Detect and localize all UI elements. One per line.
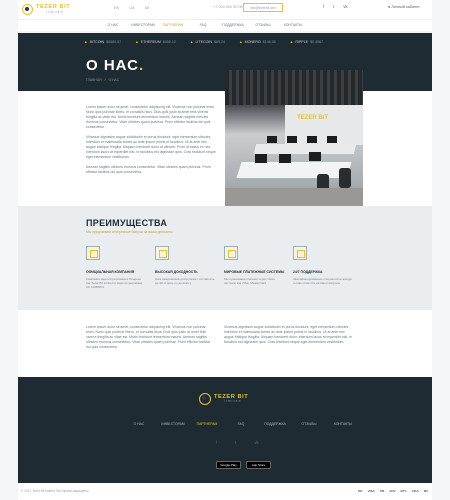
app-store-button[interactable]: App Store [246, 461, 271, 469]
copyright-bar: © 2017 Tezer Bit limited. Все права защи… [18, 483, 432, 500]
mastercard-icon: MC [358, 489, 363, 493]
twitter-icon[interactable]: t [235, 440, 236, 445]
ticker-item: ▲ BITCOIN $6580.57 [84, 40, 122, 44]
bottom-text-right: Vivamus dignissim augue sollicitudin et … [224, 325, 352, 344]
top-bar: TEZER BIT limited EN UA DE +7 000 000 00… [18, 0, 432, 19]
benefits-title: ПРЕИМУЩЕСТВА [86, 218, 168, 228]
about-paragraph: Lorem ipsum dolor sit amet, consectetur … [86, 105, 216, 129]
page: TEZER BIT limited EN UA DE +7 000 000 00… [0, 0, 450, 500]
app-stores: Google Play App Store [216, 461, 271, 469]
footer-nav: О НАС ИНВЕСТОРАМ ПАРТНЕРАМ FAQ ПОДДЕРЖКА… [122, 422, 360, 426]
mastercard-icon: MC [423, 489, 429, 493]
breadcrumb: ГЛАВНАЯ / О НАС [86, 78, 119, 82]
ticker-item: ▲ MONERO $146.30 [239, 40, 276, 44]
footer-nav-reviews[interactable]: ОТЗЫВЫ [292, 422, 326, 426]
nav-item-support[interactable]: ПОДДЕРЖКА [218, 23, 248, 27]
ticker-item: ▲ LITECOIN $85.24 [189, 40, 226, 44]
ticker-item: ▲ RIPPLE $0.4567 [289, 40, 324, 44]
company-icon [86, 246, 100, 260]
user-icon: ● [388, 5, 391, 9]
advcash-icon: ADV [389, 489, 396, 493]
footer-nav-faq[interactable]: FAQ [224, 422, 258, 426]
lang-ua[interactable]: UA [129, 6, 134, 10]
page-title: О НАС. [86, 57, 145, 74]
arrow-up-icon: ▲ [84, 40, 88, 44]
benefit-card: 24/7 ПОДДЕРЖКА Квалифицированные специал… [293, 246, 362, 289]
header-socials: f t vk [323, 4, 348, 9]
support-icon [293, 246, 307, 260]
arrow-up-icon: ▲ [189, 40, 194, 44]
about-paragraph: Aenean sagittis ultricies rhoncus consec… [86, 165, 211, 174]
nav-item-contacts[interactable]: КОНТАКТЫ [278, 23, 308, 27]
nav-item-reviews[interactable]: ОТЗЫВЫ [248, 23, 278, 27]
breadcrumb-home[interactable]: ГЛАВНАЯ [86, 78, 102, 82]
logo[interactable]: TEZER BIT limited [22, 3, 78, 16]
bottom-text-left: Lorem ipsum dolor sit amet, consectetur … [86, 325, 211, 349]
logo-sub: limited [46, 9, 64, 14]
about-text: Lorem ipsum dolor sit amet, consectetur … [86, 105, 216, 180]
footer-nav-investors[interactable]: ИНВЕСТОРАМ [156, 422, 190, 426]
benefit-card: ВЫСОКАЯ ДОХОДНОСТЬ Наш ежедневный доход … [155, 246, 224, 289]
footer-nav-about[interactable]: О НАС [122, 422, 156, 426]
bitcoin-icon: BTC [400, 489, 407, 493]
footer-logo[interactable]: TEZER BIT limited [199, 393, 248, 405]
benefits-grid: ОФИЦИАЛЬНАЯ КОМПАНИЯ Компания зарегистри… [86, 246, 362, 289]
footer-socials: f t vk [216, 440, 259, 445]
about-paragraph: Vivamus dignissim augue sollicitudin et … [86, 135, 216, 159]
nav-item-investors[interactable]: ИНВЕСТОРАМ [128, 23, 158, 27]
bottom-text-section: Lorem ipsum dolor sit amet, consectetur … [18, 310, 432, 377]
facebook-icon[interactable]: f [216, 440, 217, 445]
benefit-card: ОФИЦИАЛЬНАЯ КОМПАНИЯ Компания зарегистри… [86, 246, 155, 289]
footer-nav-contacts[interactable]: КОНТАКТЫ [326, 422, 360, 426]
crypto-ticker: ▲ BITCOIN $6580.57 ▲ ETHEREUM $450.12 ▲ … [84, 40, 323, 44]
nav-item-faq[interactable]: FAQ [188, 23, 218, 27]
payment-logos: MC VISA PM ADV BTC VISA MC [358, 489, 428, 493]
chart-icon [155, 246, 169, 260]
login-link[interactable]: ● Личный кабинет [388, 5, 420, 9]
office-sign: TEZER BIT [297, 115, 328, 121]
footer: TEZER BIT limited О НАС ИНВЕСТОРАМ ПАРТН… [18, 377, 432, 483]
lang-de[interactable]: DE [145, 6, 150, 10]
facebook-icon[interactable]: f [323, 4, 324, 9]
arrow-up-icon: ▲ [239, 40, 243, 44]
vk-icon[interactable]: vk [343, 4, 347, 9]
breadcrumb-separator: / [104, 78, 106, 82]
benefits-subtitle: Мы предлагаем интересные бонусы за ваши … [86, 230, 173, 234]
logo-mark-icon [22, 4, 33, 15]
payment-icon [224, 246, 238, 260]
twitter-icon[interactable]: t [333, 4, 334, 9]
arrow-up-icon: ▲ [289, 40, 294, 44]
copyright-text: © 2017 Tezer Bit limited. Все права защи… [21, 489, 89, 493]
language-switcher: EN UA DE [114, 6, 150, 10]
perfectmoney-icon: PM [379, 489, 385, 493]
logo-mark-icon [199, 393, 211, 405]
google-play-button[interactable]: Google Play [216, 461, 241, 469]
breadcrumb-current: О НАС [108, 78, 120, 82]
main-nav: О НАС ИНВЕСТОРАМ ПАРТНЕРАМ FAQ ПОДДЕРЖКА… [18, 19, 432, 31]
nav-item-about[interactable]: О НАС [98, 23, 128, 27]
nav-item-partners[interactable]: ПАРТНЕРАМ [158, 23, 188, 27]
visa-icon: VISA [411, 489, 419, 493]
footer-nav-partners[interactable]: ПАРТНЕРАМ [190, 422, 224, 426]
benefits-section: ПРЕИМУЩЕСТВА Мы предлагаем интересные бо… [18, 206, 432, 310]
arrow-up-icon: ▲ [135, 40, 139, 44]
footer-nav-support[interactable]: ПОДДЕРЖКА [258, 422, 292, 426]
benefit-card: МИРОВЫЕ ПЛАТЕЖНЫЕ СИСТЕМЫ Мы принимаем п… [224, 246, 293, 289]
ticker-item: ▲ ETHEREUM $450.12 [135, 40, 176, 44]
phone-number[interactable]: +7 000 000 00 00 [213, 5, 243, 9]
lang-en[interactable]: EN [114, 6, 119, 10]
visa-icon: VISA [367, 489, 375, 493]
email-button[interactable]: info@tezerbit.com [243, 3, 283, 12]
nav-items: О НАС ИНВЕСТОРАМ ПАРТНЕРАМ FAQ ПОДДЕРЖКА… [98, 23, 308, 27]
vk-icon[interactable]: vk [254, 440, 258, 445]
